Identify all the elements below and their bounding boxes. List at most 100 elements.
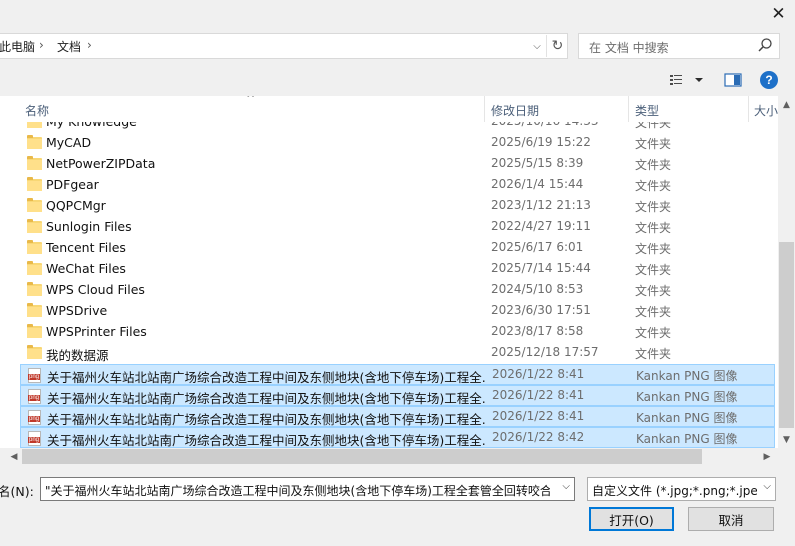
folder-icon [27,345,42,359]
file-name: Tencent Files [46,240,126,255]
filename-label: 名(N): [0,484,34,499]
file-type: 文件夹 [635,158,672,172]
file-list[interactable]: ^ 名称 修改日期 类型 大小 My Knowledge2025/10/16 1… [0,96,778,448]
folder-icon [27,240,42,254]
preview-pane-button[interactable] [722,70,744,90]
column-header-type[interactable]: 类型 [635,102,659,119]
scroll-right-icon[interactable]: ▶ [760,448,774,465]
filename-value: "关于福州火车站北站南广场综合改造工程中间及东侧地块(含地下停车场)工程全套管全… [45,484,550,498]
folder-row[interactable]: QQPCMgr 2023/1/12 21:13 文件夹 [20,196,775,217]
sort-ascending-icon: ^ [246,96,256,105]
file-name: Sunlogin Files [46,219,132,234]
file-type: 文件夹 [635,200,672,214]
address-bar[interactable]: 此电脑 › 文档 › [0,33,568,59]
file-row[interactable]: 关于福州火车站北站南广场综合改造工程中间及东侧地块(含地下停车场)工程全... 2… [20,406,775,427]
png-file-icon [28,410,41,425]
file-name: 关于福州火车站北站南广场综合改造工程中间及东侧地块(含地下停车场)工程全... [47,391,487,406]
folder-row[interactable]: MyCAD 2025/6/19 15:22 文件夹 [20,133,775,154]
file-date: 2025/12/18 17:57 [491,345,599,359]
folder-icon [27,135,42,149]
close-icon: ✕ [771,4,786,24]
file-type: Kankan PNG 图像 [636,432,738,446]
change-view-button[interactable] [668,70,708,90]
file-name: QQPCMgr [46,198,106,213]
open-button[interactable]: 打开(O) [589,507,674,531]
file-date: 2022/4/27 19:11 [491,219,591,233]
png-file-icon [28,389,41,404]
folder-icon [27,219,42,233]
file-name: 关于福州火车站北站南广场综合改造工程中间及东侧地块(含地下停车场)工程全... [47,370,487,385]
breadcrumb-separator-icon[interactable]: › [87,38,92,52]
folder-row[interactable]: WPSDrive 2023/6/30 17:51 文件夹 [20,301,775,322]
folder-row[interactable]: NetPowerZIPData 2025/5/15 8:39 文件夹 [20,154,775,175]
png-file-icon [28,431,41,446]
column-header-row: ^ 名称 修改日期 类型 大小 [0,96,778,122]
file-date: 2024/5/10 8:53 [491,282,584,296]
folder-icon [27,177,42,191]
folder-row[interactable]: WeChat Files 2025/7/14 15:44 文件夹 [20,259,775,280]
filename-input[interactable]: "关于福州火车站北站南广场综合改造工程中间及东侧地块(含地下停车场)工程全套管全… [40,477,575,501]
file-row[interactable]: 关于福州火车站北站南广场综合改造工程中间及东侧地块(含地下停车场)工程全... 2… [20,385,775,406]
file-row[interactable]: 关于福州火车站北站南广场综合改造工程中间及东侧地块(含地下停车场)工程全... 2… [20,364,775,385]
folder-row[interactable]: PDFgear 2026/1/4 15:44 文件夹 [20,175,775,196]
folder-row[interactable]: WPS Cloud Files 2024/5/10 8:53 文件夹 [20,280,775,301]
preview-pane-icon [724,73,742,87]
folder-icon [27,198,42,212]
breadcrumb-this-pc[interactable]: 此电脑 [0,38,35,55]
file-date: 2025/7/14 15:44 [491,261,591,275]
file-type: Kankan PNG 图像 [636,390,738,404]
breadcrumb-separator-icon[interactable]: › [39,38,44,52]
file-date: 2025/6/17 6:01 [491,240,584,254]
file-date: 2026/1/22 8:41 [492,388,585,402]
file-name: WPSPrinter Files [46,324,147,339]
file-type: 文件夹 [635,242,672,256]
file-name: MyCAD [46,135,92,150]
chevron-down-icon: ⌵ [763,481,771,492]
cancel-button[interactable]: 取消 [688,507,774,531]
column-header-modified[interactable]: 修改日期 [491,102,539,119]
refresh-button[interactable]: ↻ [546,35,568,57]
file-type: 文件夹 [635,305,672,319]
file-row[interactable]: 关于福州火车站北站南广场综合改造工程中间及东侧地块(含地下停车场)工程全... 2… [20,427,775,448]
file-date: 2026/1/22 8:42 [492,430,585,444]
folder-icon [27,303,42,317]
close-button[interactable]: ✕ [762,0,795,28]
file-date: 2023/1/12 21:13 [491,198,591,212]
address-history-dropdown[interactable]: ⌵ [527,35,547,57]
refresh-icon: ↻ [551,38,564,54]
folder-icon [27,261,42,275]
filetype-value: 自定义文件 (*.jpg;*.png;*.jpeg [592,484,757,498]
folder-row[interactable]: Tencent Files 2025/6/17 6:01 文件夹 [20,238,775,259]
search-box[interactable]: 在 文档 中搜索 [578,33,780,59]
column-header-name[interactable]: 名称 [25,102,49,119]
column-header-size[interactable]: 大小 [754,102,778,119]
scroll-up-icon[interactable]: ▲ [778,96,795,113]
folder-icon [27,282,42,296]
scroll-down-icon[interactable]: ▼ [778,431,795,448]
file-date: 2025/6/19 15:22 [491,135,591,149]
file-date: 2023/8/17 8:58 [491,324,584,338]
help-icon[interactable]: ? [760,71,778,89]
file-date: 2023/6/30 17:51 [491,303,591,317]
file-type: 文件夹 [635,263,672,277]
folder-row[interactable]: 我的数据源 2025/12/18 17:57 文件夹 [20,343,775,364]
folder-row[interactable]: Sunlogin Files 2022/4/27 19:11 文件夹 [20,217,775,238]
vertical-scroll-thumb[interactable] [779,242,794,428]
file-date: 2026/1/22 8:41 [492,409,585,423]
file-date: 2025/5/15 8:39 [491,156,584,170]
file-type: Kankan PNG 图像 [636,369,738,383]
file-type: 文件夹 [635,179,672,193]
file-type: 文件夹 [635,137,672,151]
file-name: WeChat Files [46,261,126,276]
file-name: WPS Cloud Files [46,282,145,297]
scroll-left-icon[interactable]: ◀ [7,448,21,465]
file-type: 文件夹 [635,221,672,235]
chevron-down-icon[interactable]: ⌵ [562,481,570,492]
folder-row[interactable]: WPSPrinter Files 2023/8/17 8:58 文件夹 [20,322,775,343]
breadcrumb-documents[interactable]: 文档 [57,38,81,55]
file-name: PDFgear [46,177,99,192]
filetype-select[interactable]: 自定义文件 (*.jpg;*.png;*.jpeg ⌵ [587,477,776,501]
search-placeholder: 在 文档 中搜索 [589,41,669,55]
horizontal-scroll-thumb[interactable] [22,449,702,464]
png-file-icon [28,368,41,383]
